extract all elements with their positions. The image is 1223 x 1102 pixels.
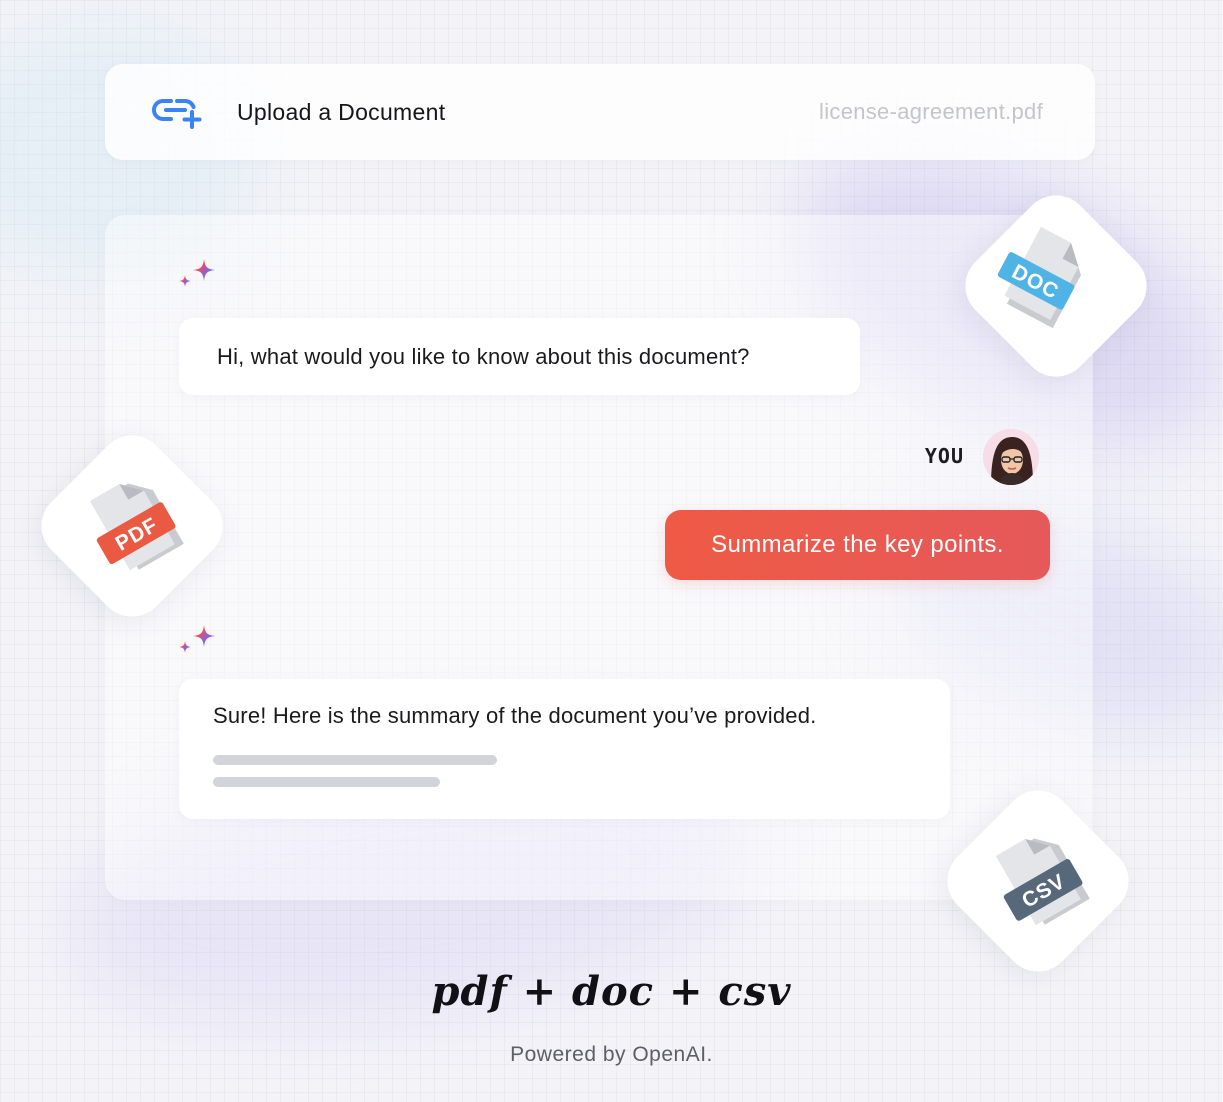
loading-skeleton-line <box>213 777 440 787</box>
user-message: Summarize the key points. <box>665 510 1050 580</box>
sparkle-icon <box>179 259 215 287</box>
upload-title: Upload a Document <box>237 98 446 125</box>
pdf-file-icon: PDF <box>89 483 184 571</box>
assistant-reply-text: Sure! Here is the summary of the documen… <box>213 703 817 728</box>
uploaded-filename: license-agreement.pdf <box>819 99 1043 124</box>
sparkle-icon <box>179 625 215 653</box>
user-label: YOU <box>924 444 964 468</box>
avatar <box>983 429 1039 485</box>
tagline: pdf + doc + csv <box>431 968 792 1015</box>
user-message-text: Summarize the key points. <box>711 531 1004 558</box>
loading-skeleton-line <box>213 755 497 765</box>
assistant-greeting-text: Hi, what would you like to know about th… <box>217 343 750 369</box>
assistant-message: Hi, what would you like to know about th… <box>179 318 860 395</box>
user-avatar-image <box>983 429 1039 485</box>
csv-file-icon: CSV <box>995 838 1090 926</box>
upload-document-bar[interactable]: Upload a Document license-agreement.pdf <box>105 64 1095 160</box>
powered-by-text: Powered by OpenAI. <box>510 1043 713 1066</box>
doc-file-icon: DOC <box>997 226 1081 329</box>
link-plus-icon <box>152 98 202 129</box>
assistant-reply: Sure! Here is the summary of the documen… <box>179 679 950 819</box>
